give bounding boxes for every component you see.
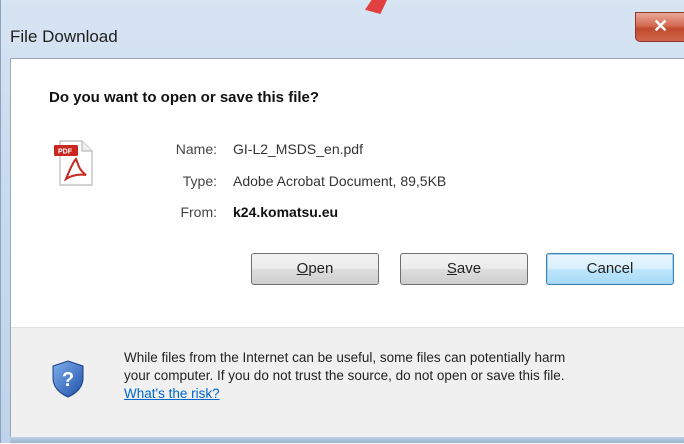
open-button[interactable]: Open xyxy=(251,253,379,285)
security-warning-text: While files from the Internet can be use… xyxy=(124,349,684,403)
title-bar[interactable]: File Download ✕ xyxy=(1,0,684,58)
file-type-label: Type: xyxy=(182,173,217,189)
open-mnemonic: O xyxy=(296,260,309,277)
file-name-value: GI-L2_MSDS_en.pdf xyxy=(233,141,363,157)
file-from-label: From: xyxy=(180,204,217,220)
dialog-question: Do you want to open or save this file? xyxy=(49,89,320,106)
open-label: pen xyxy=(308,260,334,277)
svg-text:?: ? xyxy=(62,369,74,391)
close-icon: ✕ xyxy=(652,16,669,36)
file-type-value: Adobe Acrobat Document, 89,5KB xyxy=(233,173,447,189)
svg-text:PDF: PDF xyxy=(58,149,73,156)
cancel-button[interactable]: Cancel xyxy=(546,253,674,285)
file-name-label: Name: xyxy=(175,141,217,157)
pdf-file-icon: PDF xyxy=(54,140,93,186)
window-bottom-border xyxy=(10,437,684,443)
save-label: ave xyxy=(456,260,482,277)
warning-line-1: While files from the Internet can be use… xyxy=(124,350,566,365)
security-warning-panel: ? While files from the Internet can be u… xyxy=(11,327,684,444)
close-button[interactable]: ✕ xyxy=(635,12,684,42)
window-title: File Download xyxy=(10,27,118,46)
dialog-body: Do you want to open or save this file? P… xyxy=(10,58,684,444)
whats-the-risk-link[interactable]: What's the risk? xyxy=(124,386,220,401)
shield-question-icon: ? xyxy=(52,360,84,398)
window-frame: File Download ✕ Do you want to open or s… xyxy=(0,0,684,444)
warning-line-2: your computer. If you do not trust the s… xyxy=(124,368,565,383)
save-button[interactable]: Save xyxy=(400,253,528,285)
file-from-value: k24.komatsu.eu xyxy=(233,204,339,220)
save-mnemonic: S xyxy=(446,260,457,277)
